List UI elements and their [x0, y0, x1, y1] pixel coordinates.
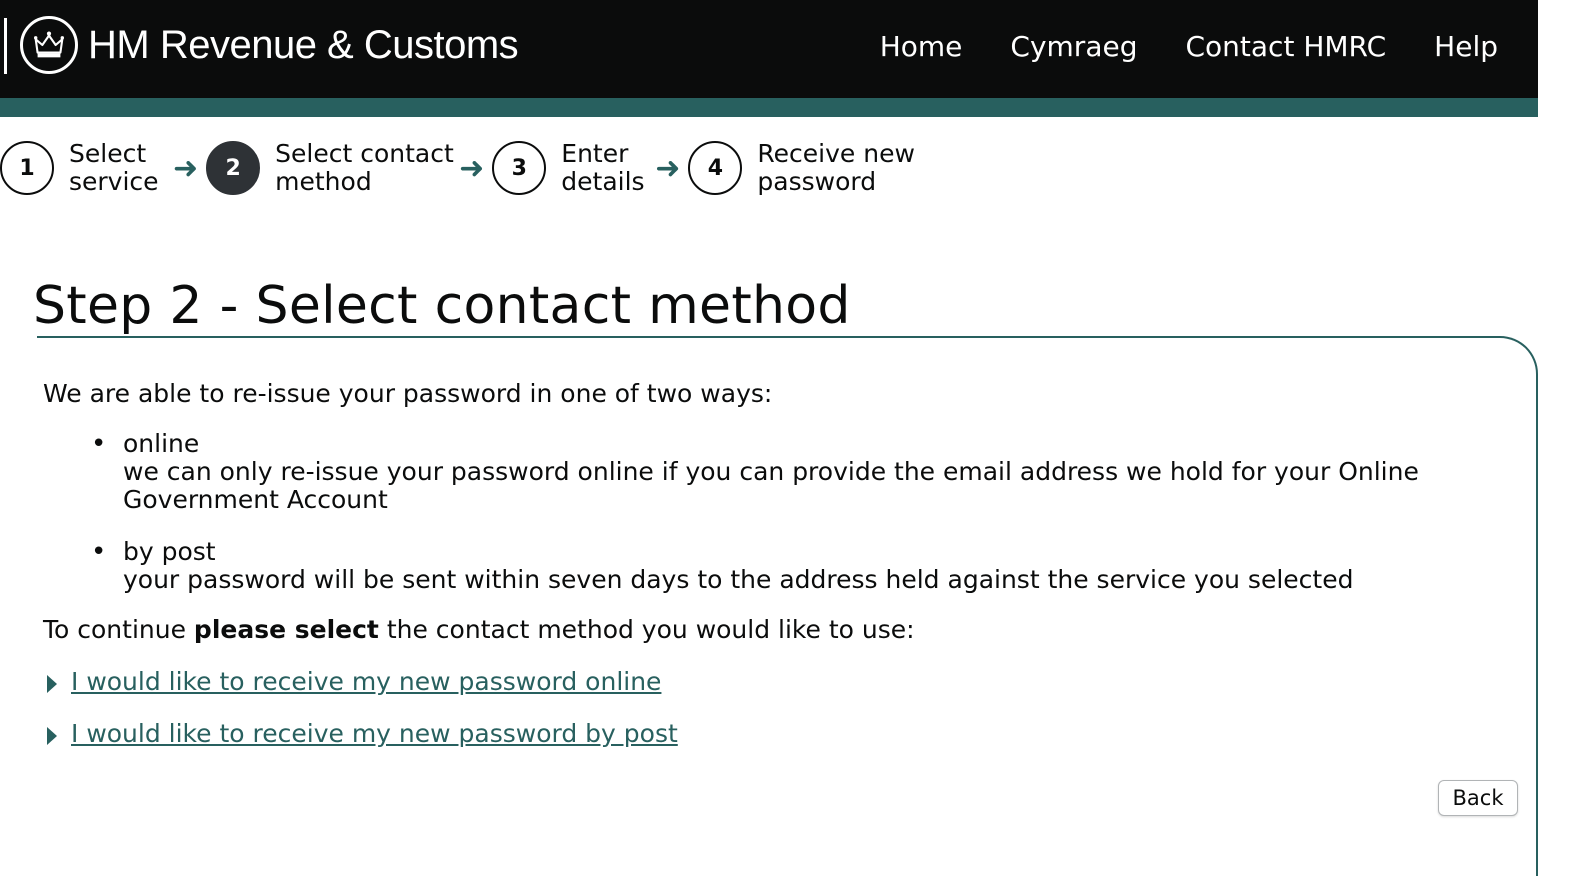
choice-post: I would like to receive my new password …	[43, 720, 1503, 748]
royal-crest-icon	[20, 16, 78, 74]
receive-online-link[interactable]: I would like to receive my new password …	[71, 668, 661, 696]
arrow-right-icon: ➜	[173, 150, 199, 186]
methods-list: online we can only re-issue your passwor…	[43, 430, 1503, 594]
step-3: 3 Enter details	[492, 140, 661, 196]
step-number: 4	[688, 141, 743, 195]
list-item: by post your password will be sent withi…	[43, 538, 1503, 594]
header-accent-bar	[0, 98, 1538, 117]
hmrc-logo-link[interactable]: HM Revenue & Customs	[20, 16, 519, 74]
main-content: We are able to re-issue your password in…	[43, 380, 1503, 772]
nav-contact-hmrc[interactable]: Contact HMRC	[1185, 30, 1386, 63]
step-number: 1	[0, 141, 54, 195]
step-4: 4 Receive new password	[688, 140, 927, 196]
step-label: Receive new password	[757, 139, 915, 196]
method-title: online	[123, 429, 200, 458]
receive-by-post-link[interactable]: I would like to receive my new password …	[71, 720, 678, 748]
step-label: Select service	[69, 139, 159, 196]
page-title: Step 2 - Select contact method	[33, 276, 851, 336]
step-number: 3	[492, 141, 547, 195]
progress-steps: 1 Select service ➜ 2 Select contact method…	[0, 140, 927, 196]
logo-text: HM Revenue & Customs	[88, 22, 519, 67]
top-nav: Home Cymraeg Contact HMRC Help	[832, 30, 1498, 63]
method-description: your password will be sent within seven …	[123, 565, 1354, 594]
list-item: online we can only re-issue your passwor…	[43, 430, 1503, 514]
arrow-right-icon: ➜	[655, 150, 681, 186]
header-rule	[4, 18, 7, 74]
method-title: by post	[123, 537, 216, 566]
step-label: Select contact method	[275, 139, 454, 196]
back-button[interactable]: Back	[1438, 780, 1518, 816]
intro-text: We are able to re-issue your password in…	[43, 379, 773, 408]
step-number: 2	[206, 141, 261, 195]
triangle-right-icon	[47, 675, 57, 693]
site-header: HM Revenue & Customs Home Cymraeg Contac…	[0, 0, 1538, 98]
nav-cymraeg[interactable]: Cymraeg	[1010, 30, 1137, 63]
instruction-text: To continue please select the contact me…	[43, 615, 915, 644]
step-label: Enter details	[561, 139, 645, 196]
nav-help[interactable]: Help	[1434, 30, 1498, 63]
nav-home[interactable]: Home	[880, 30, 963, 63]
arrow-right-icon: ➜	[459, 150, 485, 186]
choice-online: I would like to receive my new password …	[43, 668, 1503, 696]
method-description: we can only re-issue your password onlin…	[123, 457, 1419, 514]
step-2: 2 Select contact method	[206, 140, 465, 196]
triangle-right-icon	[47, 727, 57, 745]
step-1: 1 Select service	[0, 140, 179, 196]
